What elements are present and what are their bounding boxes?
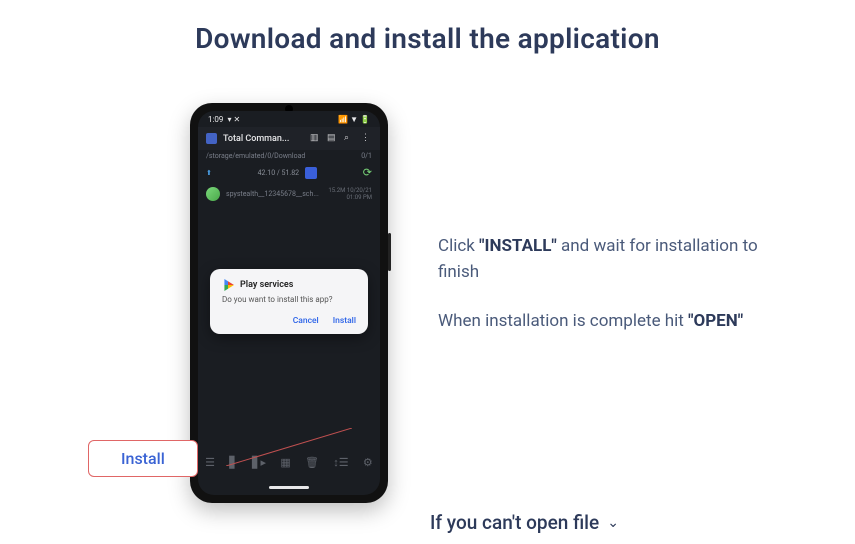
- tools-icon: ⚙: [363, 456, 373, 469]
- instruction-line-1: Click "INSTALL" and wait for installatio…: [438, 233, 758, 286]
- home-indicator: [269, 486, 309, 489]
- install-dialog: Play services Do you want to install thi…: [210, 269, 368, 334]
- path-text: /storage/emulated/0/Download: [206, 152, 305, 160]
- file-row: spystealth__12345678__sch... 15.2M 10/20…: [198, 183, 380, 205]
- search-icon: ⌕: [344, 133, 355, 144]
- app-header: Total Comman... ▥ ▤ ⌕ ⋮: [198, 127, 380, 150]
- view-icon: ▤: [327, 133, 338, 144]
- status-indicators-right: 📶 ▼ 🔋: [338, 115, 370, 124]
- instructions: Click "INSTALL" and wait for installatio…: [438, 103, 758, 503]
- zip-icon: ▦: [280, 456, 290, 469]
- copy-icon: ▋: [229, 456, 237, 469]
- status-time: 1:09: [208, 115, 223, 124]
- dialog-title: Play services: [240, 280, 293, 290]
- accordion-label: If you can't open file: [430, 511, 599, 534]
- size-text: 42.10 / 51.82: [258, 169, 300, 177]
- delete-icon: 🗑: [305, 456, 319, 469]
- menu-icon: ⋮: [361, 133, 372, 144]
- sort-icon: ↕☰: [333, 456, 348, 469]
- path-count: 0/1: [361, 152, 372, 160]
- phone-mock: 1:09 ▾ ✕ 📶 ▼ 🔋 Total Comman... ▥ ▤ ⌕ ⋮ /…: [190, 103, 388, 503]
- dialog-body: Do you want to install this app?: [222, 295, 356, 304]
- up-icon: ⬆: [206, 169, 212, 177]
- bottom-toolbar: ☰ ▋ ▋▸ ▦ 🗑 ↕☰ ⚙: [198, 451, 380, 473]
- move-icon: ▋▸: [252, 456, 266, 469]
- instruction-line-2: When installation is complete hit "OPEN": [438, 308, 758, 334]
- file-meta: 15.2M 10/20/21 01:09 PM: [325, 187, 372, 201]
- status-bar: 1:09 ▾ ✕ 📶 ▼ 🔋: [198, 111, 380, 127]
- chevron-down-icon: ⌄: [607, 515, 619, 531]
- home-icon: [305, 167, 317, 179]
- cant-open-file-toggle[interactable]: If you can't open file ⌄: [430, 511, 619, 534]
- page-title: Download and install the application: [0, 0, 855, 55]
- select-icon: ☰: [205, 456, 215, 469]
- play-services-icon: [222, 279, 234, 291]
- apk-icon: [206, 187, 220, 201]
- file-name: spystealth__12345678__sch...: [226, 190, 319, 198]
- refresh-icon: ⟳: [363, 166, 372, 179]
- status-indicators-left: ▾ ✕: [227, 115, 240, 124]
- dialog-cancel-button[interactable]: Cancel: [293, 316, 319, 326]
- app-icon: [206, 133, 217, 144]
- app-title: Total Comman...: [223, 134, 289, 144]
- folder-icon: ▥: [310, 133, 321, 144]
- install-callout-label: Install: [88, 440, 198, 477]
- dialog-install-button[interactable]: Install: [333, 316, 356, 326]
